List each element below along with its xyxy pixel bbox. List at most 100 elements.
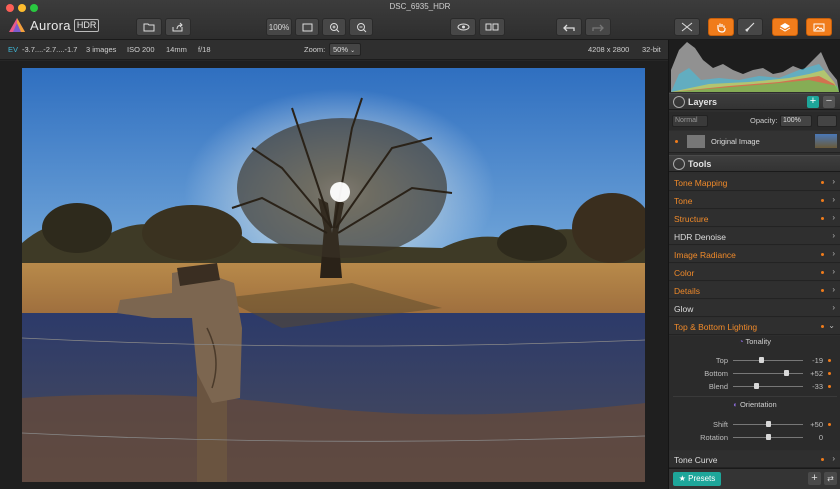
image-canvas[interactable] (0, 61, 668, 489)
tool-active-dot (821, 271, 824, 274)
blend-mode-select[interactable]: Normal (672, 115, 708, 127)
tool-top-bottom-lighting[interactable]: Top & Bottom Lighting ⌄ (669, 318, 840, 335)
preview-button[interactable] (450, 18, 476, 36)
slider-track[interactable] (733, 386, 803, 387)
layer-mask-thumbnail (687, 135, 705, 148)
layers-header[interactable]: Layers + − (669, 93, 840, 110)
zoom-in-icon (329, 22, 340, 33)
slider-value: +52 (810, 369, 823, 378)
slider-top[interactable]: Top -19 (669, 354, 840, 367)
slider-knob[interactable] (765, 421, 771, 427)
slider-blend[interactable]: Blend -33 (669, 380, 840, 393)
brush-tool-button[interactable] (737, 18, 763, 36)
top-bottom-lighting-panel: ◔ Tonality Top -19 Bottom +52 Blend -33 ◐ O… (669, 336, 840, 450)
tool-label: Image Radiance (674, 250, 736, 260)
window-title: DSC_6935_HDR (389, 2, 451, 11)
app-logo: Aurora HDR (8, 14, 100, 36)
slider-label: Shift (712, 420, 728, 429)
crop-icon (681, 22, 693, 32)
tool-active-dot (821, 325, 824, 328)
tool-image-radiance[interactable]: Image Radiance › (669, 246, 840, 263)
opacity-select[interactable]: 100% (780, 115, 812, 127)
hdr-photo[interactable] (22, 68, 645, 482)
bit-depth: 32-bit (642, 45, 661, 54)
redo-button[interactable] (585, 18, 611, 36)
export-preset-button[interactable]: ⇄ (824, 472, 837, 485)
tonality-icon: ◔ (739, 337, 744, 346)
slider-active-dot (828, 359, 831, 362)
tonality-label: Tonality (745, 337, 771, 346)
right-panel: Layers + − Normal Opacity: 100% Original… (668, 40, 840, 489)
layer-menu-button[interactable] (817, 115, 837, 127)
add-preset-button[interactable]: + (808, 472, 821, 485)
slider-knob[interactable] (758, 357, 764, 363)
chevron-right-icon: › (832, 213, 835, 222)
aperture: f/18 (198, 45, 211, 54)
tool-label: HDR Denoise (674, 232, 726, 242)
tool-active-dot (821, 289, 824, 292)
share-button[interactable] (165, 18, 191, 36)
zoom-in-button[interactable] (322, 18, 346, 36)
orientation-subhead: ◐ Orientation (669, 400, 840, 414)
add-layer-button[interactable]: + (807, 96, 819, 108)
chevron-right-icon: › (832, 195, 835, 204)
image-icon (813, 23, 825, 32)
slider-rotation[interactable]: Rotation 0 (669, 431, 840, 444)
undo-icon (563, 23, 575, 32)
slider-knob[interactable] (783, 370, 789, 376)
chevron-down-icon: ⌄ (350, 48, 356, 54)
app-badge: HDR (73, 18, 100, 32)
tool-label: Details (674, 286, 700, 296)
slider-bottom[interactable]: Bottom +52 (669, 367, 840, 380)
ev-values: -3.7....-2.7....-1.7 (22, 45, 78, 54)
presets-button[interactable]: ★ Presets (673, 472, 721, 486)
tool-tone-curve[interactable]: Tone Curve › (669, 451, 840, 468)
iso-value: ISO 200 (127, 45, 155, 54)
layers-panel-button[interactable] (772, 18, 798, 36)
layer-row[interactable]: Original Image (669, 131, 840, 153)
zoom-select[interactable]: 50% ⌄ (329, 43, 361, 56)
chevron-right-icon: › (832, 231, 835, 240)
zoom-label: Zoom: (304, 45, 326, 54)
compare-button[interactable] (479, 18, 505, 36)
slider-label: Blend (708, 382, 728, 391)
fit-screen-button[interactable] (295, 18, 319, 36)
tool-tone-mapping[interactable]: Tone Mapping › (669, 174, 840, 191)
tool-label: Glow (674, 304, 694, 314)
zoom-100-button[interactable]: 100% (266, 18, 292, 36)
slider-knob[interactable] (753, 383, 759, 389)
tool-tone[interactable]: Tone › (669, 192, 840, 209)
opacity-value: 100% (783, 117, 801, 124)
slider-track[interactable] (733, 373, 803, 374)
layer-name: Original Image (711, 137, 760, 146)
preview-eye-icon (457, 23, 470, 31)
slider-shift[interactable]: Shift +50 (669, 418, 840, 431)
image-panel-button[interactable] (806, 18, 832, 36)
tools-header[interactable]: Tools (669, 155, 840, 172)
slider-knob[interactable] (765, 434, 771, 440)
slider-value: -19 (812, 356, 823, 365)
open-icon (143, 22, 155, 32)
tool-structure[interactable]: Structure › (669, 210, 840, 227)
hand-tool-button[interactable] (708, 18, 734, 36)
open-button[interactable] (136, 18, 162, 36)
tool-details[interactable]: Details › (669, 282, 840, 299)
zoom-out-button[interactable] (349, 18, 373, 36)
crop-button[interactable] (674, 18, 700, 36)
slider-label: Bottom (704, 369, 728, 378)
slider-value: +50 (810, 420, 823, 429)
tool-color[interactable]: Color › (669, 264, 840, 281)
layer-image-thumbnail (815, 134, 837, 148)
tools-header-icon (673, 158, 685, 170)
tool-active-dot (821, 458, 824, 461)
redo-icon (592, 23, 604, 32)
remove-layer-button[interactable]: − (823, 96, 835, 108)
slider-active-dot (828, 372, 831, 375)
tool-hdr-denoise[interactable]: HDR Denoise › (669, 228, 840, 245)
layer-visibility-dot[interactable] (675, 140, 678, 143)
tool-glow[interactable]: Glow › (669, 300, 840, 317)
slider-track[interactable] (733, 360, 803, 361)
opacity-label: Opacity: (750, 116, 778, 125)
undo-button[interactable] (556, 18, 582, 36)
blend-mode-value: Normal (675, 117, 698, 124)
